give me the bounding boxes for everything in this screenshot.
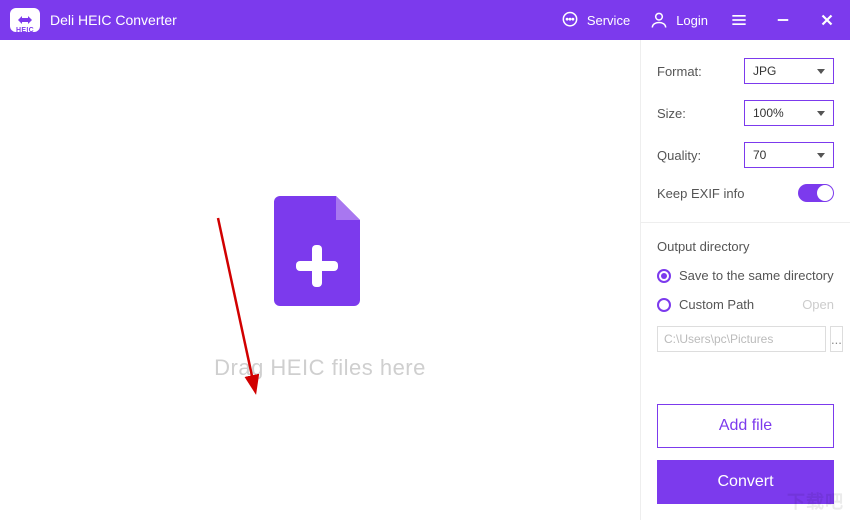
chat-icon xyxy=(559,9,581,31)
custom-path-label: Custom Path xyxy=(679,297,754,312)
output-path-input[interactable] xyxy=(657,326,826,352)
radio-icon xyxy=(657,298,671,312)
size-row: Size: 100% xyxy=(657,100,834,126)
app-logo: HEIC xyxy=(10,8,40,32)
quality-row: Quality: 70 xyxy=(657,142,834,168)
close-button[interactable] xyxy=(814,9,840,31)
minimize-button[interactable] xyxy=(770,9,796,31)
convert-button[interactable]: Convert xyxy=(657,460,834,504)
quality-select[interactable]: 70 xyxy=(744,142,834,168)
format-value: JPG xyxy=(753,64,776,78)
exif-toggle[interactable] xyxy=(798,184,834,202)
service-button[interactable]: Service xyxy=(559,9,630,31)
minimize-icon xyxy=(772,9,794,31)
radio-icon xyxy=(657,269,671,283)
format-select[interactable]: JPG xyxy=(744,58,834,84)
chevron-down-icon xyxy=(817,111,825,116)
output-section-label: Output directory xyxy=(657,239,834,254)
open-link[interactable]: Open xyxy=(802,297,834,312)
hamburger-icon xyxy=(728,9,750,31)
radio-same-directory[interactable]: Save to the same directory xyxy=(657,268,834,283)
format-row: Format: JPG xyxy=(657,58,834,84)
menu-button[interactable] xyxy=(726,9,752,31)
app-title: Deli HEIC Converter xyxy=(50,12,559,28)
size-value: 100% xyxy=(753,106,784,120)
toggle-knob xyxy=(817,185,833,201)
drop-hint-text: Drag HEIC files here xyxy=(214,355,426,381)
add-file-button[interactable]: Add file xyxy=(657,404,834,448)
login-label: Login xyxy=(676,13,708,28)
format-label: Format: xyxy=(657,64,702,79)
exif-row: Keep EXIF info xyxy=(657,184,834,202)
exif-label: Keep EXIF info xyxy=(657,186,744,201)
logo-text: HEIC xyxy=(10,27,40,34)
drop-zone[interactable]: Drag HEIC files here xyxy=(0,40,640,520)
radio-custom-path[interactable]: Custom Path Open xyxy=(657,297,834,312)
quality-value: 70 xyxy=(753,148,766,162)
close-icon xyxy=(816,9,838,31)
settings-panel: Format: JPG Size: 100% Quality: 70 Keep … xyxy=(640,40,850,520)
service-label: Service xyxy=(587,13,630,28)
login-button[interactable]: Login xyxy=(648,9,708,31)
browse-button[interactable]: ... xyxy=(830,326,843,352)
user-icon xyxy=(648,9,670,31)
size-select[interactable]: 100% xyxy=(744,100,834,126)
chevron-down-icon xyxy=(817,153,825,158)
path-row: ... xyxy=(657,326,834,352)
main-area: Drag HEIC files here Format: JPG Size: 1… xyxy=(0,40,850,520)
title-bar: HEIC Deli HEIC Converter Service Login xyxy=(0,0,850,40)
same-dir-label: Save to the same directory xyxy=(679,268,834,283)
title-right-group: Service Login xyxy=(559,9,840,31)
add-file-icon xyxy=(270,190,370,315)
size-label: Size: xyxy=(657,106,686,121)
quality-label: Quality: xyxy=(657,148,701,163)
divider xyxy=(641,222,850,223)
chevron-down-icon xyxy=(817,69,825,74)
